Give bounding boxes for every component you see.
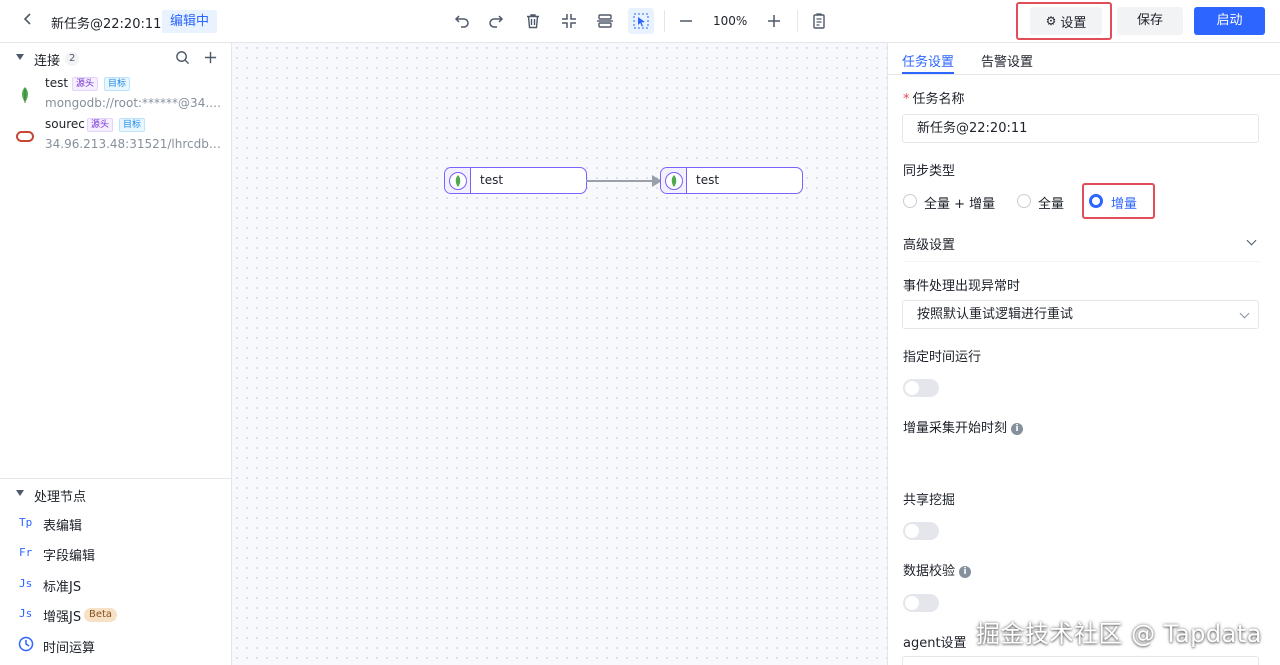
js-icon: Js bbox=[19, 607, 33, 620]
source-tag: 源头 bbox=[72, 77, 99, 91]
info-icon: i bbox=[959, 566, 972, 578]
source-tag: 源头 bbox=[87, 118, 114, 132]
connection-item[interactable]: sourec 源头 目标 34.96.213.48:31521/lhrcdb1/… bbox=[0, 117, 232, 157]
settings-panel: 任务设置 告警设置 * 任务名称 新任务@22:20:11 同步类型 全量 + 增… bbox=[887, 43, 1280, 665]
clock-icon bbox=[18, 636, 34, 655]
search-icon[interactable] bbox=[174, 49, 190, 65]
fit-view-icon[interactable] bbox=[556, 8, 582, 34]
save-button[interactable]: 保存 bbox=[1117, 7, 1183, 35]
shared-mining-switch[interactable] bbox=[903, 522, 939, 540]
processing-item-label: 增强JS bbox=[43, 610, 82, 625]
mongodb-leaf-icon bbox=[16, 86, 34, 104]
data-validation-label: 数据校验 i bbox=[903, 560, 972, 579]
chevron-down-icon bbox=[1239, 308, 1250, 319]
radio-label: 全量 bbox=[1038, 197, 1065, 212]
status-badge: 编辑中 bbox=[162, 10, 218, 33]
processing-item-field-edit[interactable]: Fr 字段编辑 bbox=[0, 543, 232, 565]
scheduled-run-label: 指定时间运行 bbox=[903, 350, 982, 365]
divider bbox=[903, 261, 1259, 262]
processing-item-label: 标准JS bbox=[43, 580, 82, 595]
task-title: 新任务@22:20:11 bbox=[51, 17, 162, 32]
shared-mining-label: 共享挖掘 bbox=[903, 493, 956, 508]
processing-item-standard-js[interactable]: Js 标准JS bbox=[0, 574, 232, 596]
connection-item[interactable]: test 源头 目标 mongodb://root:******@34.96.2… bbox=[0, 76, 232, 116]
processing-header[interactable]: 处理节点 bbox=[0, 484, 232, 506]
field-edit-icon: Fr bbox=[19, 546, 33, 559]
chevron-down-icon bbox=[1246, 235, 1257, 246]
info-icon: i bbox=[1011, 423, 1024, 435]
add-icon[interactable] bbox=[202, 49, 218, 65]
toolbar-divider bbox=[797, 10, 799, 32]
undo-icon[interactable] bbox=[448, 8, 474, 34]
left-panel: 连接 2 test 源头 目标 mongodb://root:******@34… bbox=[0, 43, 232, 665]
sync-type-label: 同步类型 bbox=[903, 164, 956, 179]
watermark: 掘金技术社区 @ Tapdata bbox=[976, 620, 1262, 648]
clipboard-icon[interactable] bbox=[806, 8, 832, 34]
connections-count: 2 bbox=[65, 52, 80, 66]
processing-item-label: 字段编辑 bbox=[43, 549, 96, 564]
agent-settings-input[interactable] bbox=[902, 656, 1259, 665]
zoom-level: 100% bbox=[713, 14, 748, 28]
data-validation-switch[interactable] bbox=[903, 594, 939, 612]
mongodb-leaf-icon bbox=[661, 168, 687, 193]
error-handling-select[interactable]: 按照默认重试逻辑进行重试 bbox=[902, 300, 1259, 329]
tab-task-settings[interactable]: 任务设置 bbox=[902, 51, 954, 70]
processing-item-table-edit[interactable]: Tp 表编辑 bbox=[0, 513, 232, 535]
mongodb-leaf-icon bbox=[445, 168, 471, 193]
processing-item-time-calc[interactable]: 时间运算 bbox=[0, 635, 232, 657]
connection-name: sourec bbox=[45, 117, 85, 131]
start-button[interactable]: 启动 bbox=[1194, 7, 1265, 35]
radio-full[interactable] bbox=[1017, 194, 1031, 208]
select-pointer-icon[interactable] bbox=[628, 8, 654, 34]
target-node[interactable]: test bbox=[660, 167, 803, 194]
target-tag: 目标 bbox=[119, 118, 146, 132]
connections-title: 连接 bbox=[34, 54, 61, 69]
oracle-icon bbox=[16, 127, 34, 145]
back-icon[interactable] bbox=[18, 11, 38, 31]
auto-layout-icon[interactable] bbox=[592, 8, 618, 34]
toolbar-divider bbox=[664, 10, 665, 32]
connection-url: mongodb://root:******@34.96.213.48:27017… bbox=[45, 96, 223, 110]
table-edit-icon: Tp bbox=[19, 516, 33, 529]
processing-title: 处理节点 bbox=[34, 490, 87, 505]
scheduled-run-switch[interactable] bbox=[903, 379, 939, 397]
error-handling-label: 事件处理出现异常时 bbox=[903, 279, 1021, 294]
radio-label: 全量 + 增量 bbox=[924, 197, 996, 212]
beta-badge: Beta bbox=[84, 608, 118, 622]
settings-tabs: 任务设置 告警设置 bbox=[888, 43, 1280, 75]
processing-item-label: 时间运算 bbox=[43, 641, 96, 656]
zoom-in-icon[interactable] bbox=[761, 8, 787, 34]
incremental-highlight-box bbox=[1082, 183, 1155, 219]
radio-full-incremental[interactable] bbox=[903, 194, 917, 208]
node-label: test bbox=[480, 173, 504, 187]
dag-canvas[interactable]: test test bbox=[232, 43, 887, 665]
connection-url: 34.96.213.48:31521/lhrcdb1/C bbox=[45, 137, 223, 151]
processing-item-enhanced-js[interactable]: Js 增强JS Beta bbox=[0, 604, 232, 626]
connections-header[interactable]: 连接 2 bbox=[0, 48, 232, 70]
top-bar: 新任务@22:20:11 编辑中 100% ⚙ 设置 保存 启动 bbox=[0, 0, 1280, 43]
js-icon: Js bbox=[19, 577, 33, 590]
redo-icon[interactable] bbox=[484, 8, 510, 34]
processing-item-label: 表编辑 bbox=[43, 519, 83, 534]
zoom-out-icon[interactable] bbox=[673, 8, 699, 34]
canvas-toolbar: 100% bbox=[448, 8, 842, 34]
task-name-label: * 任务名称 bbox=[903, 92, 965, 107]
task-name-input[interactable]: 新任务@22:20:11 bbox=[902, 114, 1259, 143]
advanced-settings-label: 高级设置 bbox=[903, 238, 956, 253]
advanced-settings-toggle[interactable]: 高级设置 bbox=[903, 234, 1259, 256]
tab-active-indicator bbox=[902, 72, 954, 74]
agent-settings-label: agent设置 bbox=[903, 636, 967, 651]
collapse-caret-icon[interactable] bbox=[16, 490, 24, 496]
connection-edge[interactable] bbox=[586, 180, 658, 182]
delete-icon[interactable] bbox=[520, 8, 546, 34]
target-tag: 目标 bbox=[104, 77, 131, 91]
tab-alert-settings[interactable]: 告警设置 bbox=[981, 51, 1033, 70]
section-divider bbox=[0, 478, 231, 479]
collapse-caret-icon[interactable] bbox=[16, 54, 24, 60]
settings-highlight-box bbox=[1016, 2, 1112, 40]
incremental-start-label: 增量采集开始时刻 i bbox=[903, 417, 1024, 436]
source-node[interactable]: test bbox=[444, 167, 587, 194]
connection-name: test bbox=[45, 76, 69, 90]
node-label: test bbox=[696, 173, 720, 187]
